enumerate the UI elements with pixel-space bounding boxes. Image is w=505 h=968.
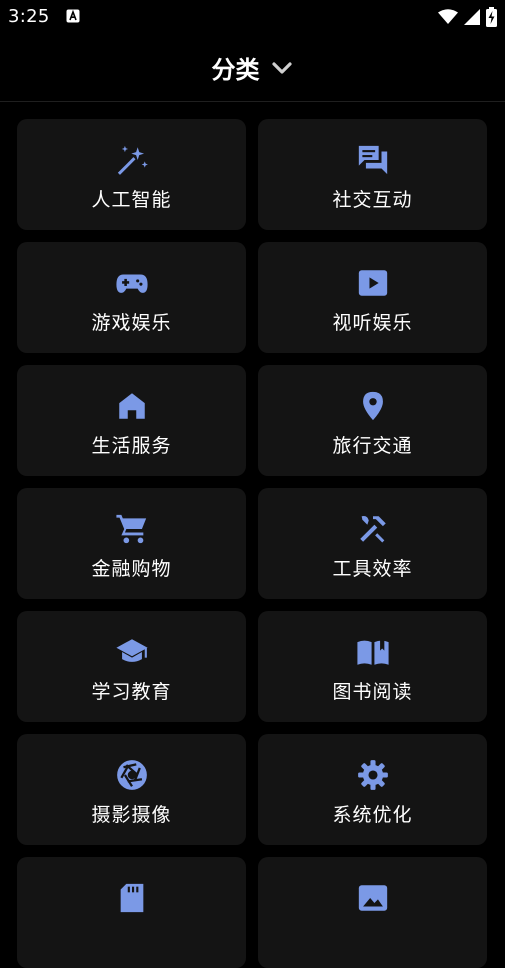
open-book-icon <box>356 635 390 669</box>
category-label: 工具效率 <box>332 558 413 580</box>
category-tile-reading[interactable]: 图书阅读 <box>258 611 487 722</box>
battery-charging-icon <box>486 7 497 27</box>
gamepad-icon <box>115 266 149 300</box>
category-label: 生活服务 <box>91 435 172 457</box>
play-video-icon <box>356 266 390 300</box>
category-label: 图书阅读 <box>332 681 413 703</box>
location-pin-icon <box>356 389 390 423</box>
category-tile-ai[interactable]: 人工智能 <box>17 119 246 230</box>
category-tile-images[interactable] <box>258 857 487 968</box>
category-tile-photo[interactable]: 摄影摄像 <box>17 734 246 845</box>
category-tile-social[interactable]: 社交互动 <box>258 119 487 230</box>
category-tile-storage[interactable] <box>17 857 246 968</box>
status-icons <box>438 6 497 28</box>
title-bar: 分类 <box>0 34 505 102</box>
category-label: 人工智能 <box>91 189 172 211</box>
category-label: 金融购物 <box>91 558 172 580</box>
category-label: 视听娱乐 <box>332 312 413 334</box>
category-label: 摄影摄像 <box>91 804 172 826</box>
category-tile-tools[interactable]: 工具效率 <box>258 488 487 599</box>
magic-wand-icon <box>115 143 149 177</box>
cell-signal-icon <box>464 9 480 25</box>
wifi-icon <box>438 9 458 25</box>
category-tile-system[interactable]: 系统优化 <box>258 734 487 845</box>
category-tile-travel[interactable]: 旅行交通 <box>258 365 487 476</box>
category-label: 游戏娱乐 <box>91 312 172 334</box>
category-label: 社交互动 <box>332 189 413 211</box>
chevron-down-icon <box>270 56 294 80</box>
graduation-cap-icon <box>115 635 149 669</box>
status-bar: 3:25 <box>0 0 505 34</box>
category-label: 系统优化 <box>332 804 413 826</box>
category-label: 旅行交通 <box>332 435 413 457</box>
gear-icon <box>356 758 390 792</box>
category-label: 学习教育 <box>91 681 172 703</box>
shopping-cart-icon <box>115 512 149 546</box>
category-dropdown[interactable]: 分类 <box>0 50 505 85</box>
category-grid: 人工智能 社交互动 游戏娱乐 视听娱乐 生活服务 旅行交通 金融购物 工具效率 … <box>17 119 488 968</box>
camera-aperture-icon <box>115 758 149 792</box>
keyboard-a-icon <box>66 9 80 23</box>
category-tile-shopping[interactable]: 金融购物 <box>17 488 246 599</box>
home-icon <box>115 389 149 423</box>
sd-card-icon <box>115 881 149 915</box>
chat-bubbles-icon <box>356 143 390 177</box>
image-icon <box>356 881 390 915</box>
category-tile-education[interactable]: 学习教育 <box>17 611 246 722</box>
tools-icon <box>356 512 390 546</box>
status-time: 3:25 <box>8 6 50 27</box>
category-tile-media[interactable]: 视听娱乐 <box>258 242 487 353</box>
category-tile-life[interactable]: 生活服务 <box>17 365 246 476</box>
page-title: 分类 <box>211 56 260 84</box>
category-tile-games[interactable]: 游戏娱乐 <box>17 242 246 353</box>
